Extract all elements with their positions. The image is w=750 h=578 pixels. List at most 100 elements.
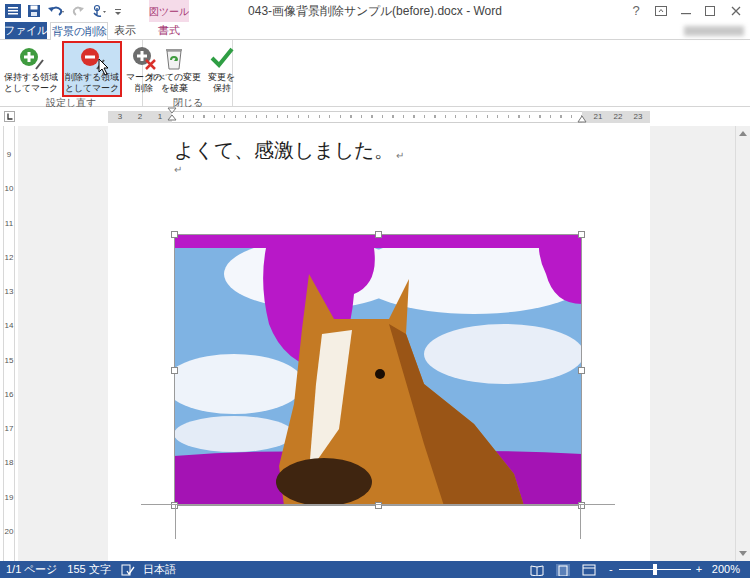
resize-handle[interactable] (171, 502, 178, 509)
zoom-slider-thumb[interactable] (653, 564, 657, 575)
print-layout-icon[interactable] (556, 564, 570, 576)
tab-label: 書式 (158, 22, 180, 39)
minimize-button[interactable] (674, 0, 698, 22)
left-tab-icon (4, 111, 15, 122)
scroll-up-icon[interactable] (739, 130, 747, 136)
ruler-number: 19 (5, 493, 14, 503)
ribbon-display-button[interactable] (648, 0, 674, 22)
resize-handle[interactable] (578, 367, 585, 374)
maximize-button[interactable] (698, 0, 722, 22)
tab-label: 背景の削除 (52, 23, 107, 40)
ruler-number: 11 (5, 219, 13, 229)
maximize-icon (705, 6, 715, 16)
delete-mark-icon (131, 45, 157, 71)
button-label: 変更を (208, 72, 235, 83)
ruler-number: 3 (118, 112, 122, 122)
blurred-user-name (684, 26, 744, 36)
paragraph[interactable]: よくて、感激しました。 ↵ (174, 137, 650, 163)
paragraph-text[interactable]: よくて、感激しました。 (174, 137, 394, 163)
ribbon-group: 保持する領域としてマーク削除する領域としてマークマークの削除設定し直す (0, 40, 143, 106)
touch-mode-icon[interactable] (91, 4, 107, 18)
close-button[interactable] (722, 0, 750, 22)
ruler-number: 13 (5, 287, 14, 297)
resize-handle[interactable] (171, 367, 178, 374)
undo-icon[interactable] (47, 4, 65, 18)
ruler-number: 15 (5, 356, 14, 366)
ribbon-tab[interactable]: 書式 (149, 22, 189, 39)
ribbon-tab[interactable]: 背景の削除 (50, 22, 108, 40)
ribbon-button[interactable]: 削除する領域としてマーク (62, 41, 122, 97)
picture[interactable] (174, 234, 582, 506)
page-count[interactable]: 1/1 ページ (6, 561, 57, 578)
word-count[interactable]: 155 文字 (67, 561, 110, 578)
ruler-number: 12 (5, 253, 14, 263)
paragraph-mark: ↵ (396, 149, 404, 163)
minimize-icon (681, 6, 691, 16)
button-label: 削除する領域 (65, 72, 119, 83)
tab-selector[interactable] (0, 111, 18, 122)
ribbon-button[interactable]: 保持する領域としてマーク (1, 41, 61, 97)
ruler-number: 22 (614, 112, 623, 122)
ruler-left-margin: 321 (108, 111, 172, 123)
web-layout-icon[interactable] (582, 564, 596, 576)
horizontal-ruler[interactable]: 321 21 22 23 (108, 111, 650, 123)
button-label: としてマーク (4, 83, 58, 94)
paragraph-mark: ↵ (174, 163, 182, 177)
ruler-right-margin: 21 22 23 (582, 111, 650, 123)
zoom-level[interactable]: 200% (712, 561, 740, 578)
tab-label: ファイル (4, 22, 48, 39)
vertical-scrollbar[interactable] (735, 126, 750, 561)
alignment-guide (580, 505, 581, 539)
title-bar: 図ツール 043-画像背景削除サンプル(before).docx - Word … (0, 0, 750, 22)
ribbon-button[interactable]: 変更を保持 (205, 41, 238, 97)
resize-handle[interactable] (578, 502, 585, 509)
zoom-in-button[interactable]: + (694, 561, 704, 578)
ruler-number: 21 (594, 112, 603, 122)
account-area[interactable] (680, 22, 750, 39)
indent-marker-icon[interactable] (167, 107, 177, 127)
context-tab-group-label: 図ツール (149, 4, 189, 19)
right-indent-marker-icon[interactable] (577, 115, 587, 125)
ruler-number: 14 (5, 321, 14, 331)
ribbon: 保持する領域としてマーク削除する領域としてマークマークの削除設定し直すすべての変… (0, 39, 750, 107)
document-area: 91011121314151617181920 よくて、感激しました。 ↵ ↵ (0, 126, 750, 561)
status-bar: 1/1 ページ 155 文字 日本語 - + 200% (0, 561, 750, 578)
zoom-out-button[interactable]: - (606, 561, 616, 578)
customize-toolbar-icon[interactable] (113, 4, 123, 18)
resize-handle[interactable] (375, 502, 382, 509)
resize-handle[interactable] (375, 231, 382, 238)
ribbon-display-icon (655, 6, 667, 16)
page[interactable]: よくて、感激しました。 ↵ ↵ (108, 126, 650, 561)
redo-icon[interactable] (71, 4, 85, 18)
button-label: としてマーク (65, 83, 119, 94)
tab-list: ファイル背景の削除表示書式 (0, 22, 680, 39)
button-label: 保持 (213, 83, 231, 94)
resize-handle[interactable] (171, 231, 178, 238)
read-mode-icon[interactable] (530, 564, 544, 576)
word-logo-icon[interactable] (5, 3, 21, 19)
proofing-icon[interactable] (121, 564, 135, 576)
ruler-text-area (172, 111, 582, 123)
mark-keep-icon (18, 45, 44, 71)
alignment-guide (175, 505, 176, 539)
help-label: ? (632, 1, 639, 21)
ribbon-button[interactable]: すべての変更を破棄 (144, 41, 204, 97)
empty-paragraph[interactable]: ↵ (174, 163, 650, 177)
language[interactable]: 日本語 (143, 561, 176, 578)
mouse-pointer-icon (98, 58, 110, 76)
scroll-down-icon[interactable] (739, 551, 747, 557)
ruler-number: 23 (634, 112, 643, 122)
discard-changes-icon (161, 45, 187, 71)
window-controls: ? (561, 0, 750, 22)
help-button[interactable]: ? (624, 0, 648, 22)
resize-handle[interactable] (578, 231, 585, 238)
save-icon[interactable] (27, 4, 41, 18)
zoom-slider[interactable] (619, 569, 691, 570)
ribbon-tab[interactable]: 表示 (109, 22, 141, 39)
vertical-ruler[interactable]: 91011121314151617181920 (0, 126, 18, 561)
button-label: すべての変更 (147, 72, 201, 83)
file-tab[interactable]: ファイル (5, 22, 47, 39)
document-canvas: よくて、感激しました。 ↵ ↵ (18, 126, 735, 561)
context-tab-group: 図ツール (149, 0, 189, 22)
ribbon-button[interactable]: マークの削除 (123, 41, 165, 97)
